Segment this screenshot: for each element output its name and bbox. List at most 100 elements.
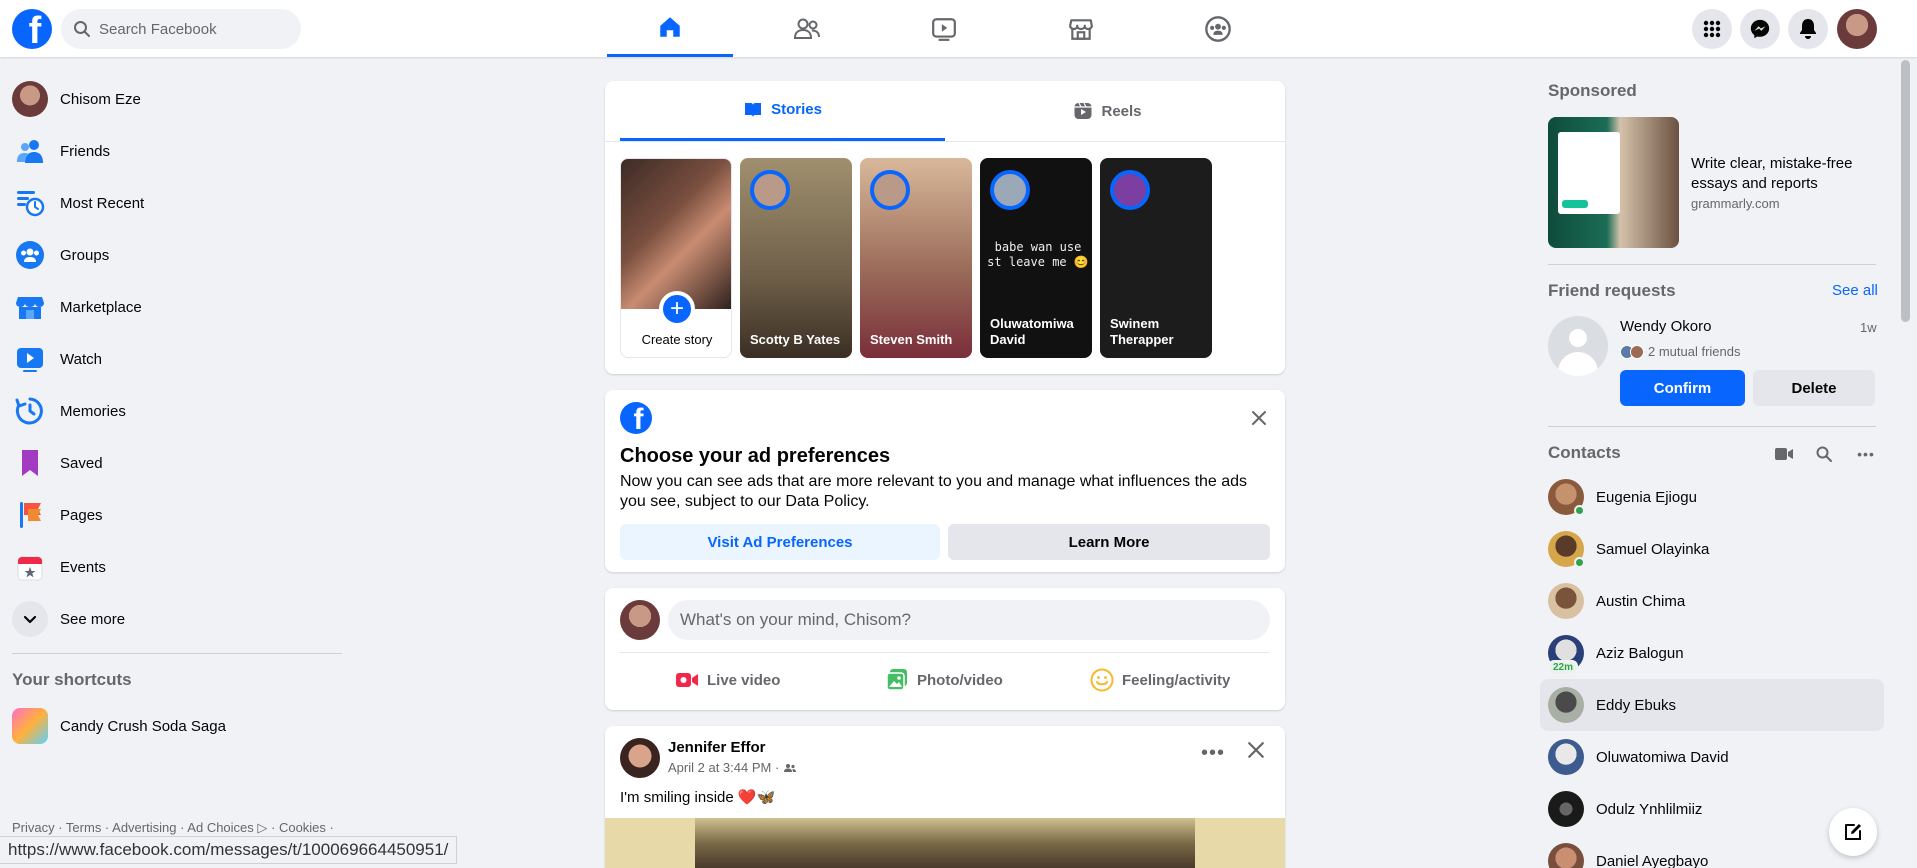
story-card[interactable]: babe wan use st leave me 😊 Oluwatomiwa D… xyxy=(980,158,1092,358)
see-all-link[interactable]: See all xyxy=(1832,282,1878,299)
reels-icon xyxy=(1074,102,1092,119)
sidebar-item-groups[interactable]: Groups xyxy=(8,229,338,281)
notifications-button[interactable] xyxy=(1788,9,1828,49)
profile-avatar[interactable] xyxy=(1837,9,1877,49)
composer-input[interactable]: What's on your mind, Chisom? xyxy=(668,600,1270,640)
story-author: Oluwatomiwa David xyxy=(990,316,1074,347)
composer-divider xyxy=(620,652,1270,653)
contact-item[interactable]: Eugenia Ejiogu xyxy=(1540,471,1884,523)
scrollbar-thumb[interactable] xyxy=(1901,60,1910,322)
story-card[interactable]: Steven Smith xyxy=(860,158,972,358)
menu-button[interactable] xyxy=(1692,9,1732,49)
tab-reels-label: Reels xyxy=(1101,102,1142,120)
sidebar-item-label: Groups xyxy=(60,246,110,264)
messenger-icon xyxy=(1750,19,1770,39)
close-icon[interactable] xyxy=(1247,406,1271,430)
new-message-button[interactable] xyxy=(1829,808,1877,856)
avatar[interactable] xyxy=(620,738,660,778)
notifications-icon xyxy=(1800,19,1816,39)
sidebar-item-label: Watch xyxy=(60,350,102,368)
avatar xyxy=(1548,583,1584,619)
story-avatar xyxy=(1110,170,1150,210)
photo-video-button[interactable]: Photo/video xyxy=(885,660,1003,700)
sponsored-ad-image[interactable] xyxy=(1548,117,1679,248)
sponsored-ad-text[interactable]: Write clear, mistake-free essays and rep… xyxy=(1691,154,1871,194)
video-call-icon[interactable] xyxy=(1772,442,1796,466)
feeling-activity-button[interactable]: Feeling/activity xyxy=(1090,660,1230,700)
groups-icon xyxy=(1205,15,1231,42)
contact-item[interactable]: Oluwatomiwa David xyxy=(1540,731,1884,783)
sidebar-item-saved[interactable]: Saved xyxy=(8,437,338,489)
tab-watch[interactable] xyxy=(881,0,1007,57)
post-image[interactable] xyxy=(605,818,1285,868)
friend-requests-title: Friend requests xyxy=(1548,281,1676,300)
sidebar-item-label: See more xyxy=(60,610,126,628)
sidebar-item-watch[interactable]: Watch xyxy=(8,333,338,385)
create-story-label: Create story xyxy=(641,332,713,347)
post-author[interactable]: Jennifer Effor xyxy=(668,739,766,756)
facebook-logo[interactable]: f xyxy=(12,9,52,49)
sidebar-divider xyxy=(12,653,342,654)
friend-request-name[interactable]: Wendy Okoro xyxy=(1620,318,1711,335)
tab-marketplace[interactable] xyxy=(1018,0,1144,57)
contact-name: Oluwatomiwa David xyxy=(1596,748,1729,766)
sidebar-item-events[interactable]: Events xyxy=(8,541,338,593)
feed-post: Jennifer Effor April 2 at 3:44 PM · ••• … xyxy=(605,726,1285,868)
contact-item[interactable]: Austin Chima xyxy=(1540,575,1884,627)
footer-links[interactable]: Privacy · Terms · Advertising · Ad Choic… xyxy=(12,820,334,836)
stories-card: Stories Reels + Create story Scotty B Ya… xyxy=(605,81,1285,374)
story-card[interactable]: Scotty B Yates xyxy=(740,158,852,358)
visit-ad-preferences-button[interactable]: Visit Ad Preferences xyxy=(620,524,940,560)
confirm-button[interactable]: Confirm xyxy=(1620,370,1745,406)
delete-button[interactable]: Delete xyxy=(1753,370,1875,406)
more-options-icon[interactable]: ••• xyxy=(1201,742,1225,765)
friend-request-avatar[interactable] xyxy=(1548,316,1608,376)
post-timestamp[interactable]: April 2 at 3:44 PM · xyxy=(668,760,797,775)
sidebar-item-memories[interactable]: Memories xyxy=(8,385,338,437)
tab-friends[interactable] xyxy=(744,0,870,57)
contact-item[interactable]: 22m Aziz Balogun xyxy=(1540,627,1884,679)
search-icon[interactable] xyxy=(1812,442,1836,466)
more-options-icon[interactable]: ••• xyxy=(1854,442,1878,466)
last-active-badge: 22m xyxy=(1548,660,1579,675)
tab-groups[interactable] xyxy=(1155,0,1281,57)
sidebar-item-see-more[interactable]: See more xyxy=(8,593,338,645)
avatar xyxy=(1548,687,1584,723)
search-input[interactable] xyxy=(99,20,289,38)
sidebar-item-friends[interactable]: Friends xyxy=(8,125,338,177)
contact-name: Aziz Balogun xyxy=(1596,644,1684,662)
contact-item[interactable]: Samuel Olayinka xyxy=(1540,523,1884,575)
create-story-photo xyxy=(621,159,731,309)
create-story-card[interactable]: + Create story xyxy=(620,158,732,358)
tab-reels[interactable]: Reels xyxy=(945,81,1270,141)
events-icon xyxy=(12,549,48,585)
sidebar-item-most-recent[interactable]: Most Recent xyxy=(8,177,338,229)
plus-icon: + xyxy=(659,291,695,327)
messenger-button[interactable] xyxy=(1740,9,1780,49)
search-box[interactable] xyxy=(61,9,301,49)
photo-video-label: Photo/video xyxy=(917,671,1003,689)
live-video-button[interactable]: Live video xyxy=(675,660,780,700)
chevron-down-icon xyxy=(12,601,48,637)
close-icon[interactable] xyxy=(1247,738,1265,766)
avatar[interactable] xyxy=(620,600,660,640)
sponsored-ad-url[interactable]: grammarly.com xyxy=(1691,196,1780,211)
contact-name: Eddy Ebuks xyxy=(1596,696,1677,714)
shortcut-candy-crush[interactable]: Candy Crush Soda Saga xyxy=(8,700,338,752)
ad-document-graphic xyxy=(1558,132,1620,214)
contact-item[interactable]: Eddy Ebuks xyxy=(1540,679,1884,731)
sidebar-item-marketplace[interactable]: Marketplace xyxy=(8,281,338,333)
tab-stories[interactable]: Stories xyxy=(620,81,945,141)
story-card[interactable]: Swinem Therapper xyxy=(1100,158,1212,358)
sidebar-item-pages[interactable]: Pages xyxy=(8,489,338,541)
story-avatar xyxy=(750,170,790,210)
learn-more-button[interactable]: Learn More xyxy=(948,524,1270,560)
story-avatar xyxy=(870,170,910,210)
most-recent-icon xyxy=(12,185,48,221)
pages-icon xyxy=(12,497,48,533)
sidebar-item-profile[interactable]: Chisom Eze xyxy=(8,73,338,125)
live-video-icon xyxy=(676,673,698,687)
facebook-logo-letter: f xyxy=(28,10,42,49)
contact-name: Daniel Ayegbayo xyxy=(1596,852,1709,868)
tab-home[interactable] xyxy=(607,0,733,57)
